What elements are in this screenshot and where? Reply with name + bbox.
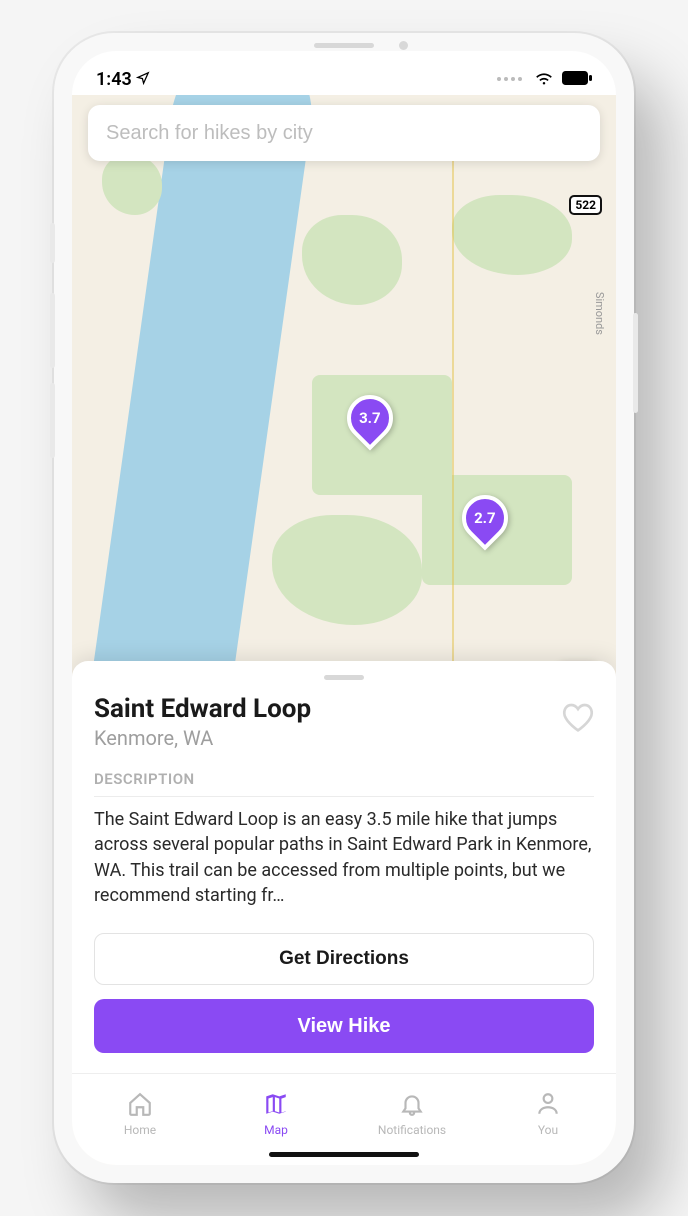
battery-icon xyxy=(562,69,592,90)
search-input[interactable] xyxy=(88,105,600,161)
pin-rating: 3.7 xyxy=(359,409,381,427)
drag-handle[interactable] xyxy=(324,675,364,680)
road-line xyxy=(452,135,454,695)
tab-label: You xyxy=(538,1123,558,1137)
green-area xyxy=(302,215,402,305)
bell-icon xyxy=(399,1091,425,1120)
view-hike-button[interactable]: View Hike xyxy=(94,999,594,1053)
tab-label: Notifications xyxy=(378,1123,446,1137)
user-icon xyxy=(535,1091,561,1120)
tab-map[interactable]: Map xyxy=(208,1074,344,1153)
front-camera xyxy=(399,41,408,50)
description-text: The Saint Edward Loop is an easy 3.5 mil… xyxy=(94,807,594,909)
more-dots-icon xyxy=(497,77,522,81)
hike-title: Saint Edward Loop xyxy=(94,694,311,724)
screen: 1:43 xyxy=(72,51,616,1165)
green-area xyxy=(102,155,162,215)
status-bar: 1:43 xyxy=(72,51,616,95)
hike-detail-card[interactable]: Saint Edward Loop Kenmore, WA DESCRIPTIO… xyxy=(72,661,616,1073)
description-heading: DESCRIPTION xyxy=(94,770,594,797)
home-icon xyxy=(127,1091,153,1120)
route-badge: 522 xyxy=(569,195,602,215)
get-directions-button[interactable]: Get Directions xyxy=(94,933,594,985)
side-button xyxy=(50,223,55,263)
speaker-grille xyxy=(314,43,374,48)
favorite-button[interactable] xyxy=(562,694,594,736)
device-frame: 1:43 xyxy=(54,33,634,1183)
green-area xyxy=(272,515,422,625)
heart-icon xyxy=(562,717,594,736)
search-container xyxy=(88,105,600,161)
tab-you[interactable]: You xyxy=(480,1074,616,1153)
road-label: Simonds xyxy=(593,292,606,335)
status-time: 1:43 xyxy=(96,69,132,90)
home-indicator[interactable] xyxy=(269,1152,419,1157)
pin-rating: 2.7 xyxy=(474,509,496,527)
hike-location: Kenmore, WA xyxy=(94,726,311,750)
wifi-icon xyxy=(534,69,554,90)
volume-down-button xyxy=(50,383,55,458)
tab-notifications[interactable]: Notifications xyxy=(344,1074,480,1153)
tab-label: Home xyxy=(124,1123,156,1137)
map-icon xyxy=(263,1091,289,1120)
location-arrow-icon xyxy=(136,69,150,90)
volume-up-button xyxy=(50,293,55,368)
tab-home[interactable]: Home xyxy=(72,1074,208,1153)
tab-label: Map xyxy=(264,1123,288,1137)
power-button xyxy=(633,313,638,413)
green-area xyxy=(452,195,572,275)
